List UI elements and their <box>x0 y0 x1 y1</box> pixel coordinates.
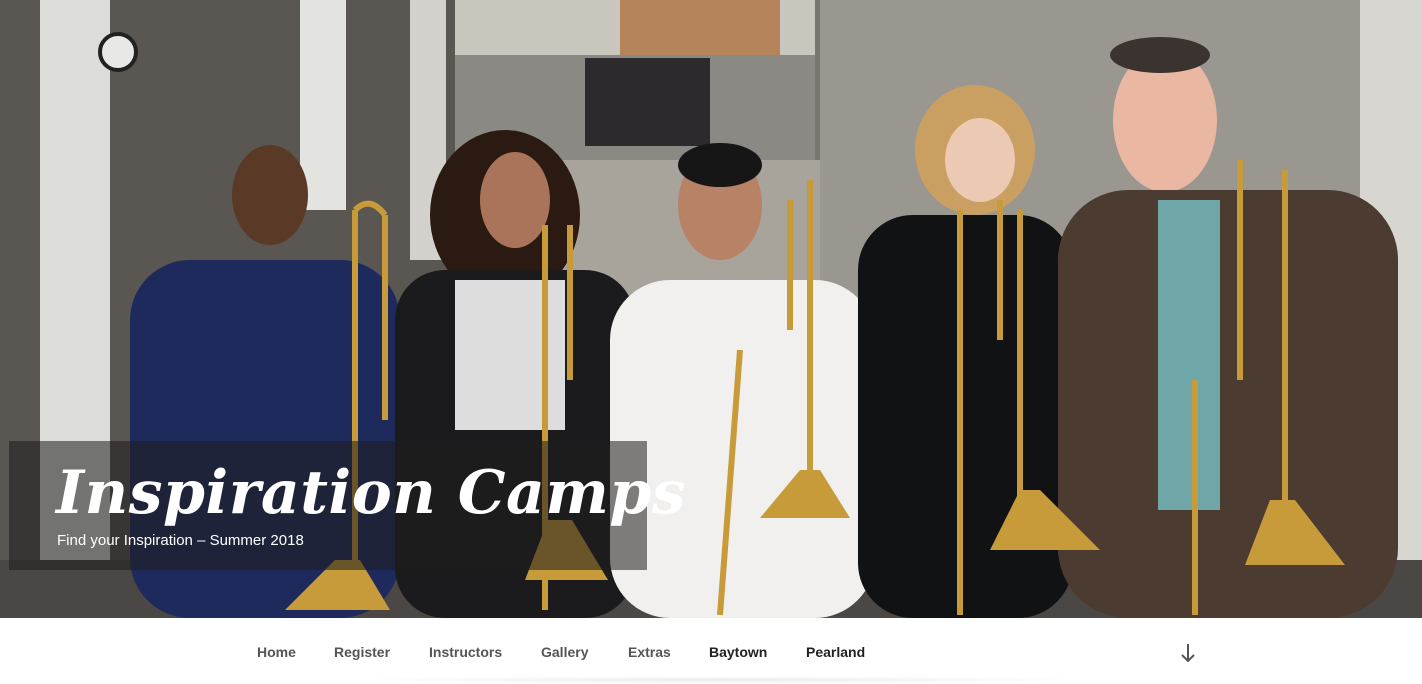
hero-banner: Inspiration Camps Find your Inspiration … <box>0 0 1422 618</box>
site-title[interactable]: Inspiration Camps <box>56 455 686 531</box>
nav-item-instructors[interactable]: Instructors <box>429 644 502 660</box>
nav-shadow <box>340 676 1100 684</box>
nav-item-gallery[interactable]: Gallery <box>541 644 588 660</box>
hero-caption-box: Inspiration Camps Find your Inspiration … <box>9 441 686 570</box>
arrow-down-icon[interactable] <box>1179 642 1197 664</box>
nav-item-baytown[interactable]: Baytown <box>709 644 767 660</box>
nav-item-pearland[interactable]: Pearland <box>806 644 865 660</box>
nav-item-extras[interactable]: Extras <box>628 644 671 660</box>
nav-item-register[interactable]: Register <box>334 644 390 660</box>
main-navigation: Home Register Instructors Gallery Extras… <box>0 618 1422 684</box>
nav-item-home[interactable]: Home <box>257 644 296 660</box>
site-tagline: Find your Inspiration – Summer 2018 <box>57 532 304 549</box>
